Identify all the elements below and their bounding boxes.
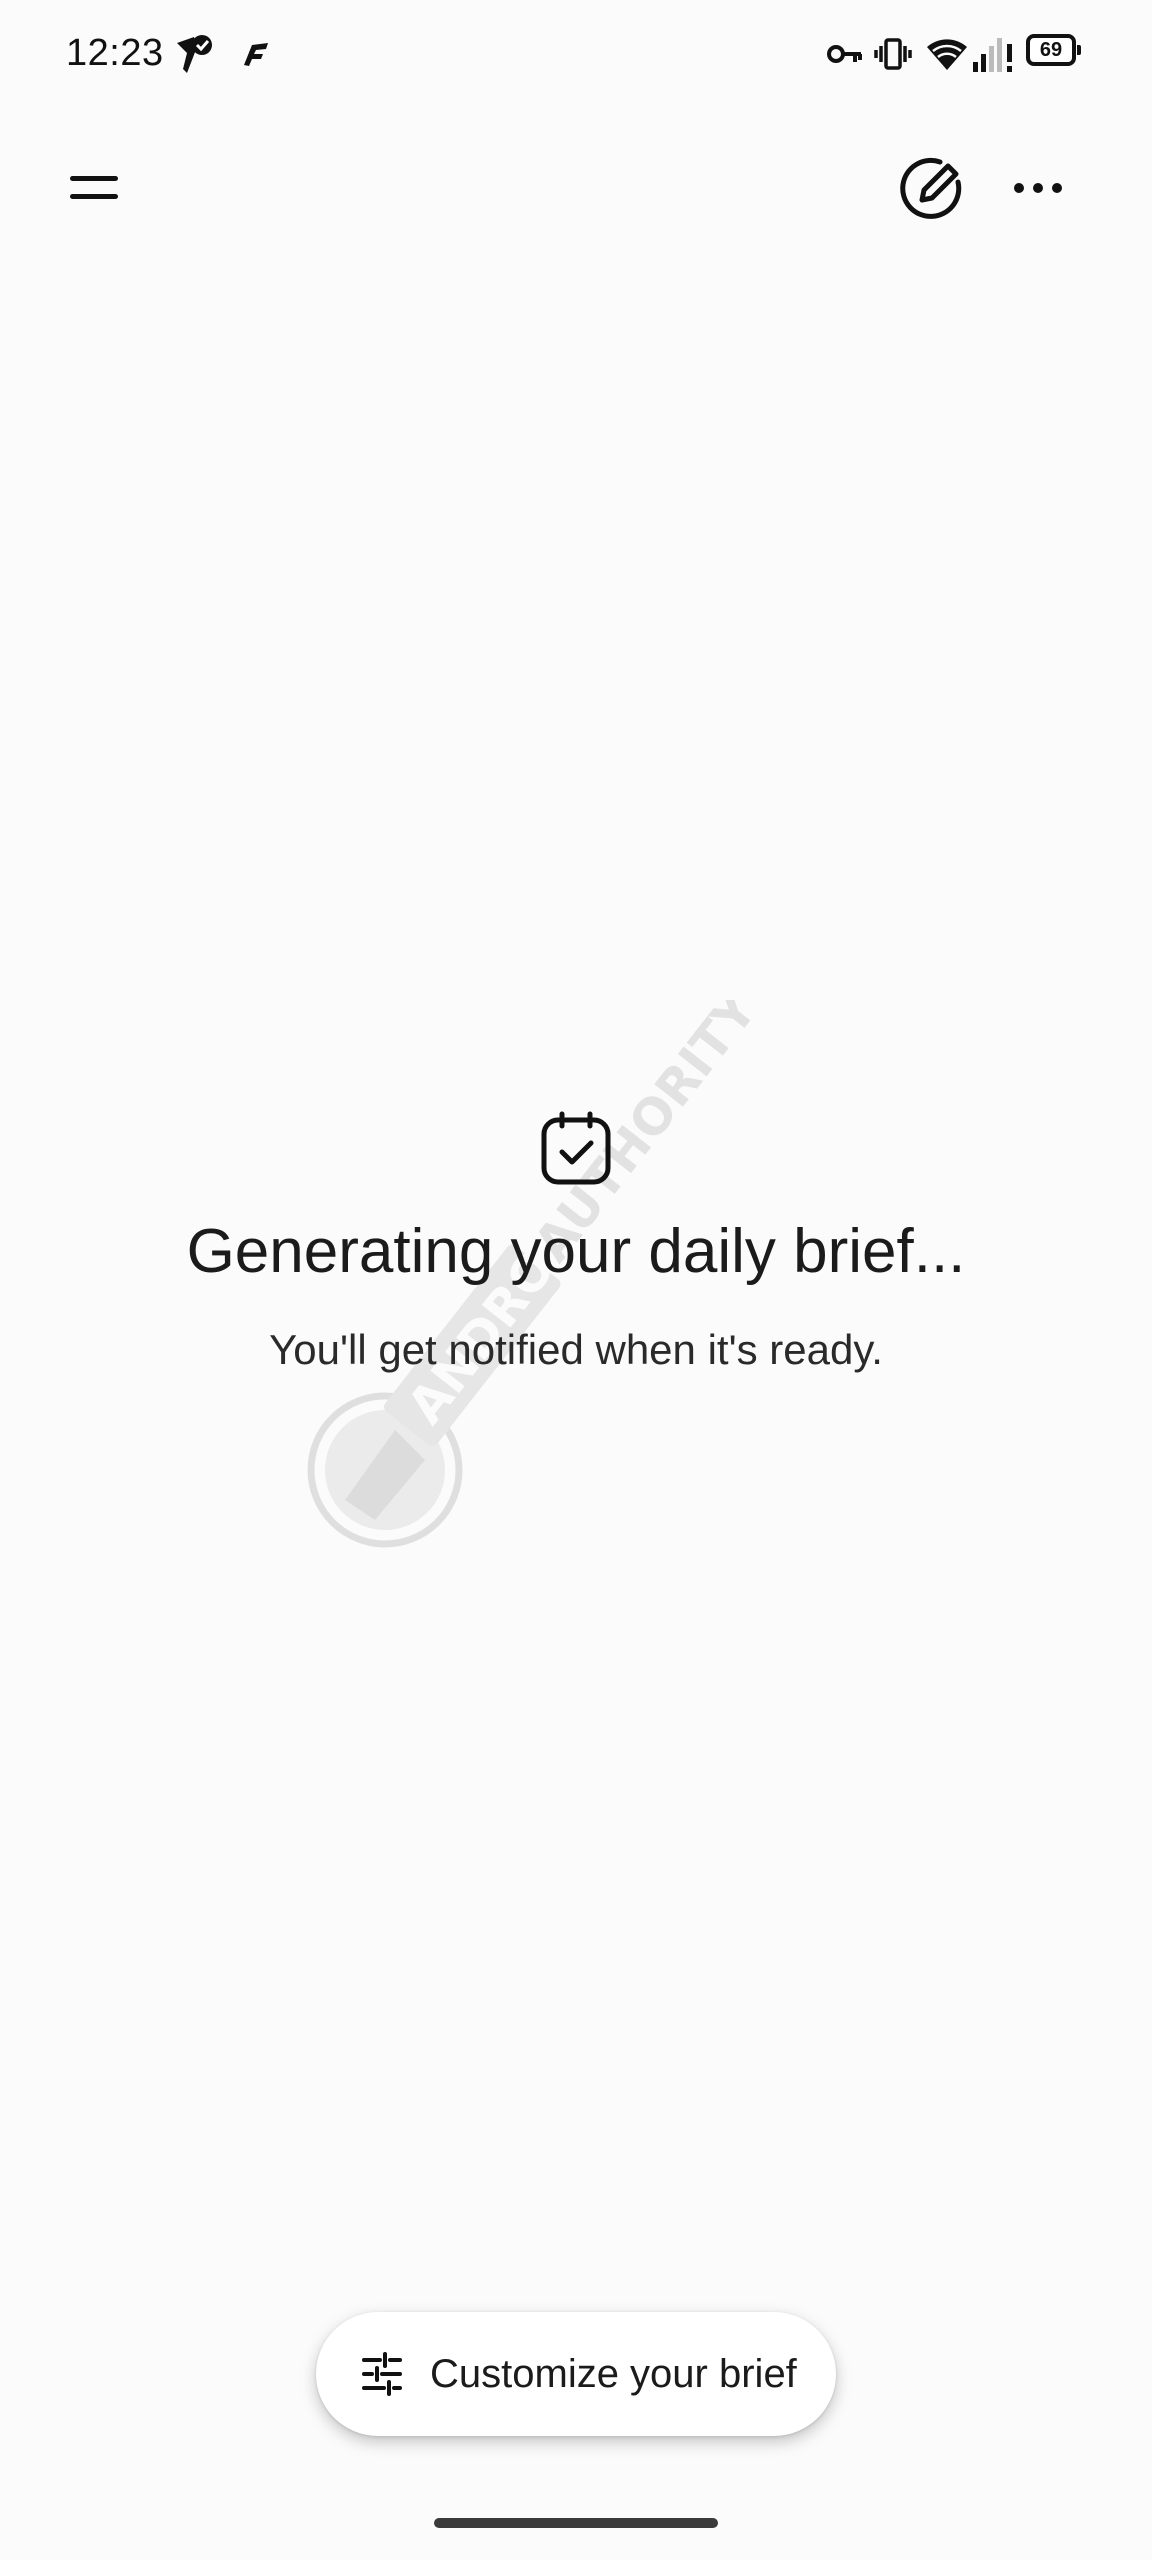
vpn-key-icon (826, 30, 864, 78)
customize-brief-label: Customize your brief (430, 2352, 797, 2396)
brief-subtext: You'll get notified when it's ready. (269, 1326, 883, 1373)
notification-check-icon (172, 30, 216, 78)
brief-headline: Generating your daily brief... (186, 1217, 966, 1286)
new-chat-button[interactable] (884, 142, 980, 238)
signal-icon (970, 30, 1016, 78)
status-bar: 12:23 69 (0, 0, 1152, 110)
wifi-icon (924, 30, 970, 78)
customize-brief-button[interactable]: Customize your brief (316, 2312, 836, 2436)
calendar-check-icon (538, 1110, 614, 1186)
battery-indicator: 69 (1026, 34, 1081, 66)
gesture-navigation-bar[interactable] (434, 2518, 718, 2528)
vibrate-icon (874, 30, 912, 78)
menu-icon (68, 172, 120, 209)
more-options-button[interactable] (990, 142, 1086, 238)
app-bar (0, 110, 1152, 240)
menu-button[interactable] (46, 142, 142, 238)
more-horiz-icon (1012, 181, 1064, 200)
edit-pen-icon (900, 156, 964, 225)
screen: 12:23 69 ANDROID AUTHORITY Generating yo… (0, 0, 1152, 2560)
tune-icon (360, 2352, 404, 2396)
status-time: 12:23 (66, 32, 164, 74)
app-f-icon (236, 30, 272, 78)
